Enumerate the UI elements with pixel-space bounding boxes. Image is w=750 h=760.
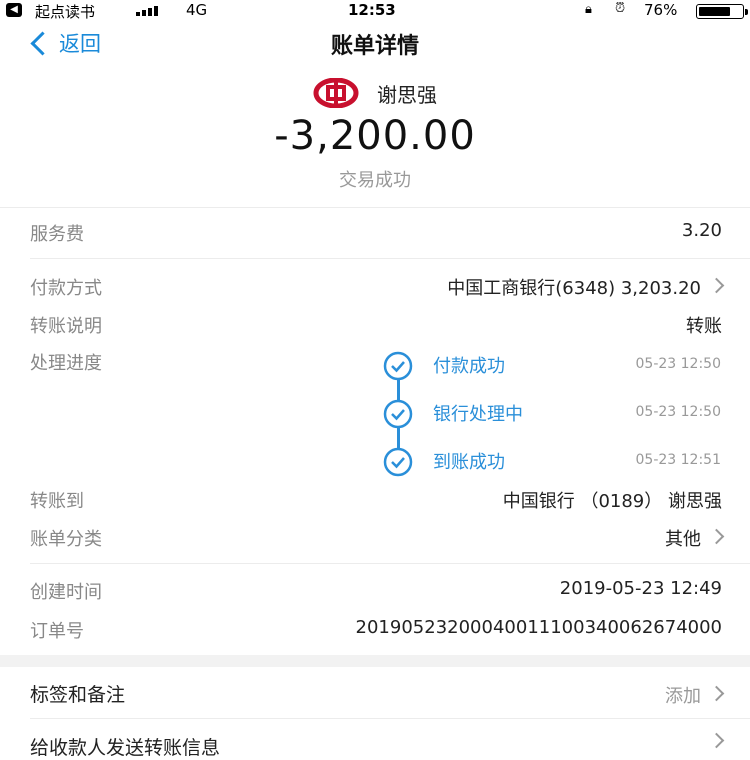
divider: [30, 718, 750, 719]
transaction-status: 交易成功: [339, 170, 411, 191]
fee-label: 服务费: [30, 224, 84, 245]
add-tags-action: 添加: [665, 682, 725, 708]
divider: [30, 258, 750, 259]
timeline-step: 到账成功 05-23 12:51: [380, 446, 725, 478]
created-time-value: 2019-05-23 12:49: [559, 578, 722, 599]
chevron-right-icon: [708, 528, 725, 545]
add-label: 添加: [665, 686, 701, 707]
payment-method-row[interactable]: 中国工商银行(6348) 3,203.20: [447, 274, 725, 300]
payment-method-label: 付款方式: [30, 278, 102, 299]
progress-timeline: 付款成功 05-23 12:50 银行处理中 05-23 12:50 到账成功 …: [380, 350, 725, 480]
send-info-chevron: [701, 732, 725, 754]
transfer-note-value: 转账: [686, 316, 722, 337]
page-title: 账单详情: [330, 34, 419, 59]
timeline-step: 银行处理中 05-23 12:50: [380, 398, 725, 430]
back-to-app-icon[interactable]: ◀: [6, 3, 22, 17]
transfer-to-label: 转账到: [30, 491, 84, 512]
tags-notes-label: 标签和备注: [30, 684, 126, 706]
divider: [0, 207, 750, 208]
payee-name: 谢思强: [377, 82, 437, 107]
chevron-right-icon: [708, 732, 725, 749]
section-separator: [0, 655, 750, 667]
check-circle-icon: [383, 399, 413, 429]
nav-bar: 返回 账单详情: [0, 22, 750, 66]
rotation-lock-icon: 🔒︎: [585, 2, 592, 17]
order-number-label: 订单号: [30, 621, 84, 642]
battery-percent: 76%: [644, 1, 678, 19]
alarm-icon: ⏰︎: [615, 1, 626, 16]
signal-icon: [136, 6, 158, 16]
back-app-label[interactable]: 起点读书: [35, 1, 95, 22]
payment-method-value: 中国工商银行(6348) 3,203.20: [447, 278, 701, 299]
step-label: 付款成功: [433, 356, 505, 377]
progress-label: 处理进度: [30, 353, 102, 374]
chevron-right-icon: [708, 685, 725, 702]
network-type: 4G: [186, 1, 208, 19]
step-label: 到账成功: [433, 452, 505, 473]
chevron-right-icon: [708, 277, 725, 294]
order-number-value: 20190523200040011100340062674000: [355, 617, 722, 638]
divider: [30, 563, 750, 564]
fee-value: 3.20: [681, 220, 722, 241]
battery-icon: [696, 4, 748, 19]
category-value: 其他: [665, 529, 701, 550]
transfer-to-value: 中国银行 （0189） 谢思强: [502, 491, 722, 512]
send-info-label: 给收款人发送转账信息: [30, 737, 221, 759]
status-bar: ◀ 起点读书 4G 12:53 🔒︎ ⏰︎ 76%: [0, 0, 750, 22]
step-label: 银行处理中: [433, 404, 523, 425]
clock: 12:53: [348, 1, 396, 19]
created-time-label: 创建时间: [30, 582, 102, 603]
bank-of-china-logo-icon: [313, 78, 359, 108]
check-circle-icon: [383, 351, 413, 381]
step-time: 05-23 12:50: [635, 356, 721, 372]
step-time: 05-23 12:50: [635, 404, 721, 420]
payee-row: 谢思强: [0, 78, 750, 108]
timeline-step: 付款成功 05-23 12:50: [380, 350, 725, 382]
step-time: 05-23 12:51: [635, 452, 721, 468]
check-circle-icon: [383, 447, 413, 477]
category-row[interactable]: 其他: [665, 525, 725, 551]
category-label: 账单分类: [30, 529, 102, 550]
transaction-amount: -3,200.00: [274, 113, 476, 159]
transfer-note-label: 转账说明: [30, 316, 102, 337]
